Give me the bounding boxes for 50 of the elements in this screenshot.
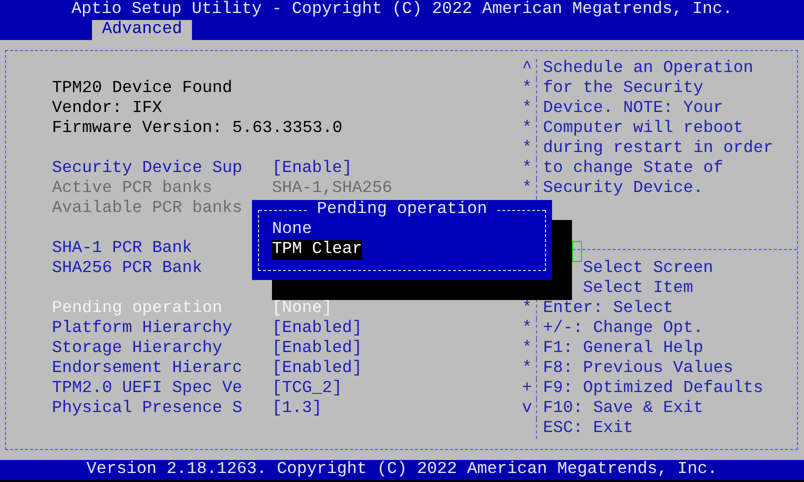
scroll-marker: * <box>522 299 532 319</box>
setting-value[interactable]: [1.3] <box>272 399 322 419</box>
help-text: Schedule an Operation <box>536 59 797 79</box>
key-help-text: +/-: Change Opt. <box>536 319 797 339</box>
scroll-marker: * <box>522 79 532 99</box>
key-help-text: F9: Optimized Defaults <box>536 379 797 399</box>
scroll-marker: v <box>522 399 532 419</box>
scroll-marker: + <box>522 379 532 399</box>
help-text: Device. NOTE: Your <box>536 99 797 119</box>
setting-value[interactable]: [Enabled] <box>272 319 362 339</box>
popup-title: Pending operation <box>306 200 498 219</box>
scroll-marker: * <box>522 99 532 119</box>
scroll-marker: * <box>522 159 532 179</box>
setting-value[interactable]: [TCG_2] <box>272 379 342 399</box>
key-help-text: F1: General Help <box>536 339 797 359</box>
title-bar: Aptio Setup Utility - Copyright (C) 2022 American Megatrends, Inc. <box>0 0 804 20</box>
footer-bar: Version 2.18.1263. Copyright (C) 2022 American Megatrends, Inc. <box>0 460 804 480</box>
setting-label[interactable]: Platform Hierarchy <box>52 319 272 339</box>
key-help-text: F8: Previous Values <box>536 359 797 379</box>
setting-value[interactable]: [Enabled] <box>272 359 362 379</box>
setting-value: SHA-1,SHA256 <box>272 179 392 199</box>
info-text: Firmware Version: 5.63.3353.0 <box>52 119 342 139</box>
info-text: Available PCR banks <box>52 199 244 219</box>
setting-label[interactable]: Security Device Sup <box>52 159 272 179</box>
setting-label[interactable]: Physical Presence S <box>52 399 272 419</box>
popup-option[interactable]: TPM Clear <box>272 240 362 260</box>
setting-value[interactable]: [Enable] <box>272 159 352 179</box>
scroll-marker: * <box>522 359 532 379</box>
help-text: during restart in order <box>536 139 797 159</box>
help-text: Computer will reboot <box>536 119 797 139</box>
info-text: Active PCR banks <box>52 179 214 199</box>
help-text: to change State of <box>536 159 797 179</box>
scroll-marker: * <box>522 119 532 139</box>
setting-label[interactable]: TPM2.0 UEFI Spec Ve <box>52 379 272 399</box>
help-text: for the Security <box>536 79 797 99</box>
scroll-marker: * <box>522 139 532 159</box>
help-text: Security Device. <box>536 179 797 199</box>
scroll-marker: * <box>522 339 532 359</box>
info-text: Vendor: IFX <box>52 99 164 119</box>
setting-label[interactable]: Storage Hierarchy <box>52 339 272 359</box>
setting-value[interactable]: [Enabled] <box>272 339 362 359</box>
scroll-marker: ^ <box>522 59 532 79</box>
setting-label[interactable]: Endorsement Hierarc <box>52 359 272 379</box>
scroll-marker: * <box>522 319 532 339</box>
text-cursor <box>572 241 582 262</box>
scroll-marker: * <box>522 179 532 199</box>
info-text: TPM20 Device Found <box>52 79 234 99</box>
tab[interactable]: Advanced <box>92 20 192 40</box>
key-help-text: ESC: Exit <box>536 419 797 439</box>
key-help-text: F10: Save & Exit <box>536 399 797 419</box>
